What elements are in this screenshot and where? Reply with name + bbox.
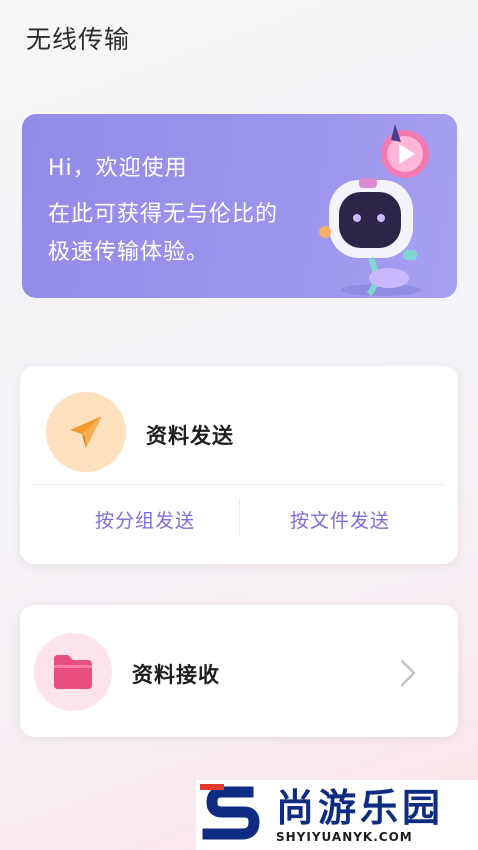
banner-line-2: 极速传输体验。 [48, 240, 210, 265]
welcome-banner: Hi，欢迎使用 在此可获得无与伦比的 极速传输体验。 [22, 114, 457, 298]
receive-card[interactable]: 资料接收 [20, 605, 458, 737]
banner-line-1: 在此可获得无与伦比的 [48, 202, 279, 227]
banner-greeting: Hi，欢迎使用 [48, 156, 188, 181]
banner-description: 在此可获得无与伦比的 极速传输体验。 [48, 196, 338, 272]
send-by-group-button[interactable]: 按分组发送 [55, 506, 235, 533]
send-card: 资料发送 按分组发送 按文件发送 [20, 366, 458, 564]
receive-icon-badge [34, 633, 112, 711]
action-divider [239, 498, 240, 536]
send-card-divider [32, 484, 446, 485]
send-icon-badge [46, 392, 126, 472]
watermark-logo-icon [200, 784, 270, 846]
chevron-right-icon[interactable] [398, 657, 418, 689]
receive-card-title: 资料接收 [132, 663, 220, 687]
page-title: 无线传输 [26, 25, 131, 54]
folder-icon [54, 655, 92, 689]
paper-plane-icon [70, 416, 102, 448]
send-card-title: 资料发送 [146, 424, 234, 448]
robot-mascot-icon [319, 124, 429, 297]
watermark-url: SHYIYUANYK.COM [276, 830, 413, 844]
watermark-text: 尚游乐园 [276, 786, 445, 830]
send-by-file-button[interactable]: 按文件发送 [250, 506, 430, 533]
watermark-banner: 尚游乐园 SHYIYUANYK.COM [196, 780, 478, 850]
